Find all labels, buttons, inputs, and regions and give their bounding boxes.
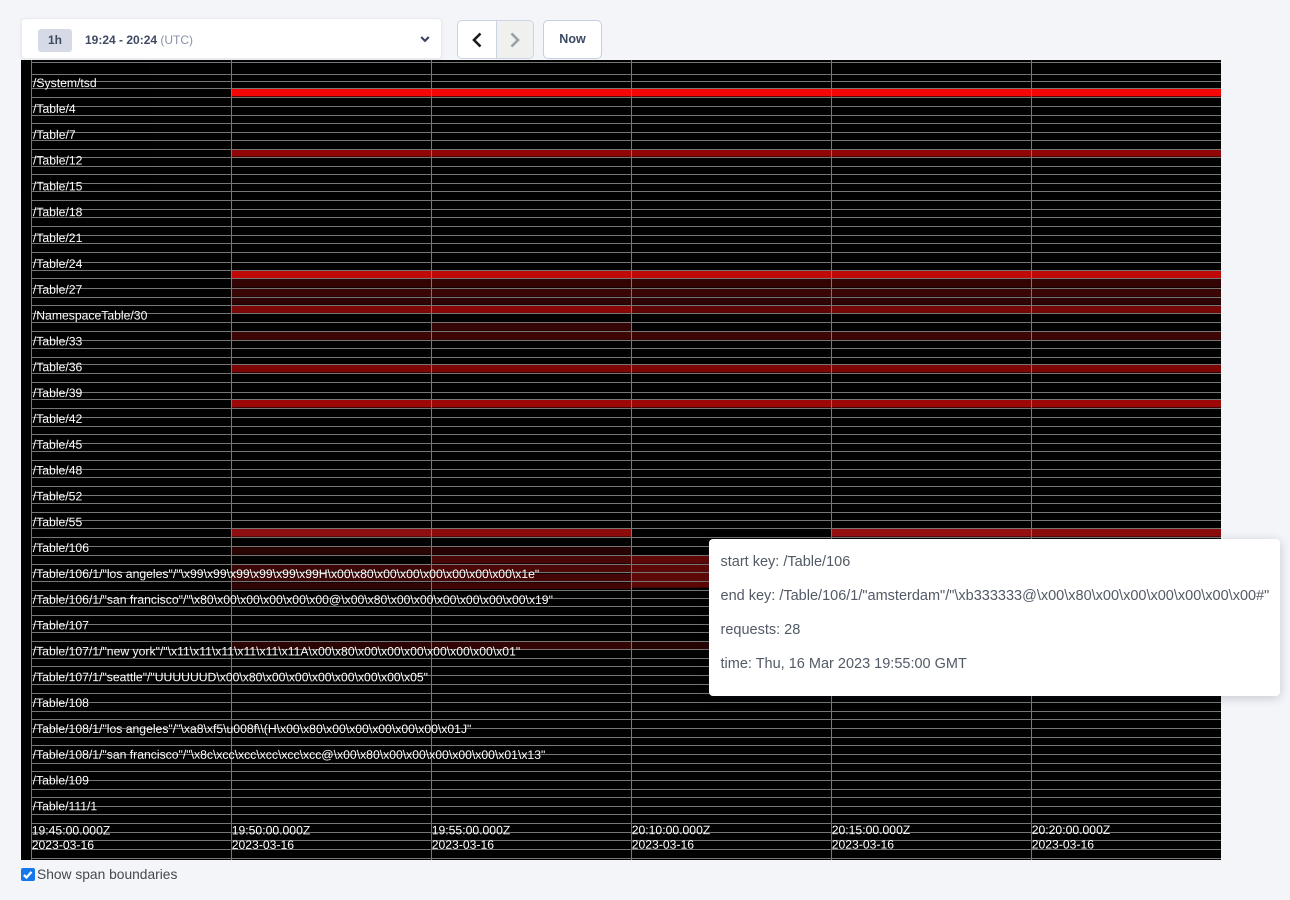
svg-text:/Table/27: /Table/27 (33, 283, 83, 297)
svg-text:/Table/42: /Table/42 (33, 412, 83, 426)
svg-text:20:15:00.000Z: 20:15:00.000Z (832, 823, 911, 837)
svg-text:/Table/106/1/"san francisco"/": /Table/106/1/"san francisco"/"\x80\x00\x… (33, 593, 553, 607)
svg-text:20:20:00.000Z: 20:20:00.000Z (1032, 823, 1111, 837)
svg-text:/Table/107/1/"new york"/"\x11\: /Table/107/1/"new york"/"\x11\x11\x11\x1… (33, 644, 521, 658)
svg-text:/Table/15: /Table/15 (33, 179, 83, 193)
svg-text:2023-03-16: 2023-03-16 (232, 838, 295, 852)
svg-text:/Table/55: /Table/55 (33, 515, 83, 529)
svg-text:/Table/108: /Table/108 (33, 696, 89, 710)
svg-text:/Table/108/1/"san francisco"/": /Table/108/1/"san francisco"/"\x8c\xcc\x… (33, 748, 546, 762)
svg-text:/Table/36: /Table/36 (33, 360, 83, 374)
svg-text:/Table/18: /Table/18 (33, 205, 83, 219)
svg-text:/Table/111/1: /Table/111/1 (33, 799, 98, 813)
svg-text:/Table/108/1/"los angeles"/"\x: /Table/108/1/"los angeles"/"\xa8\xf5\u00… (33, 722, 472, 736)
svg-text:/Table/4: /Table/4 (33, 102, 76, 116)
svg-text:19:55:00.000Z: 19:55:00.000Z (432, 823, 511, 837)
svg-text:2023-03-16: 2023-03-16 (432, 838, 495, 852)
svg-text:/Table/109: /Table/109 (33, 773, 89, 787)
svg-text:/Table/107: /Table/107 (33, 618, 89, 632)
svg-text:/Table/106: /Table/106 (33, 541, 89, 555)
svg-text:2023-03-16: 2023-03-16 (1032, 837, 1095, 851)
svg-text:/Table/45: /Table/45 (33, 438, 83, 452)
svg-text:19:45:00.000Z: 19:45:00.000Z (32, 823, 111, 837)
svg-text:/Table/39: /Table/39 (33, 386, 83, 400)
svg-text:/Table/7: /Table/7 (33, 128, 76, 142)
svg-text:2023-03-16: 2023-03-16 (632, 838, 695, 852)
svg-text:/Table/107/1/"seattle"/"UUUUUU: /Table/107/1/"seattle"/"UUUUUUD\x00\x80\… (33, 670, 428, 684)
svg-text:/Table/12: /Table/12 (33, 154, 83, 168)
svg-text:/Table/52: /Table/52 (33, 489, 83, 503)
svg-text:2023-03-16: 2023-03-16 (32, 838, 95, 852)
svg-text:19:50:00.000Z: 19:50:00.000Z (232, 823, 311, 837)
svg-text:2023-03-16: 2023-03-16 (832, 838, 895, 852)
svg-text:/Table/21: /Table/21 (33, 231, 83, 245)
svg-text:/Table/24: /Table/24 (33, 257, 83, 271)
svg-text:/Table/106/1/"los angeles"/"\x: /Table/106/1/"los angeles"/"\x99\x99\x99… (33, 567, 539, 581)
svg-text:/Table/48: /Table/48 (33, 463, 83, 477)
svg-text:20:10:00.000Z: 20:10:00.000Z (632, 823, 711, 837)
svg-text:/Table/33: /Table/33 (33, 334, 83, 348)
svg-text:/System/tsd: /System/tsd (33, 76, 97, 90)
svg-text:/NamespaceTable/30: /NamespaceTable/30 (33, 309, 148, 323)
